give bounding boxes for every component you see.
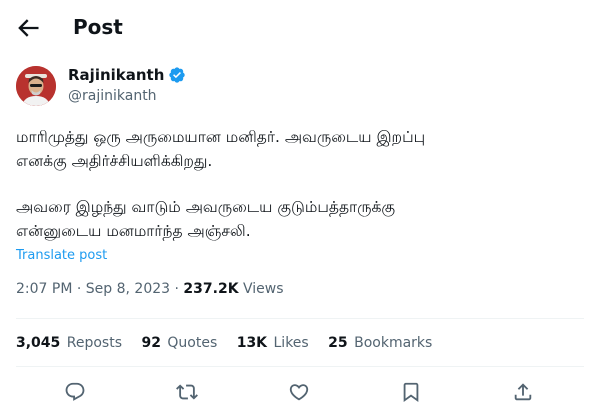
post-line: மாரிமுத்து ஒரு அருமையான மனிதர். அவருடைய …	[16, 128, 426, 146]
post-meta: 2:07 PM · Sep 8, 2023 · 237.2K Views	[16, 281, 284, 297]
verified-badge-icon	[168, 66, 186, 84]
author-block: Rajinikanth @rajinikanth	[16, 64, 576, 108]
engagement-stats: 3,045 Reposts 92 Quotes 13K Likes 25 Boo…	[16, 335, 447, 351]
post-line: அவரை இழந்து வாடும் அவருடைய குடும்பத்தாரு…	[16, 198, 396, 216]
post-time[interactable]: 2:07 PM	[16, 281, 72, 297]
back-button[interactable]	[14, 14, 42, 42]
divider	[16, 318, 584, 319]
post-date[interactable]: Sep 8, 2023	[86, 281, 170, 297]
quotes-stat[interactable]: 92 Quotes	[141, 335, 217, 351]
action-bar	[0, 377, 600, 403]
author-handle[interactable]: @rajinikanth	[68, 88, 157, 104]
reposts-label: Reposts	[66, 335, 122, 351]
likes-count: 13K	[236, 335, 268, 351]
avatar[interactable]	[16, 66, 56, 106]
name-row: Rajinikanth	[68, 66, 186, 84]
likes-stat[interactable]: 13K Likes	[237, 335, 309, 351]
page-title: Post	[73, 15, 123, 39]
bookmarks-count: 25	[328, 335, 348, 351]
reposts-count: 3,045	[16, 335, 61, 351]
arrow-left-icon	[18, 19, 39, 37]
views-count: 237.2K	[183, 281, 239, 297]
author-name[interactable]: Rajinikanth	[68, 66, 164, 84]
meta-separator: ·	[174, 281, 179, 297]
meta-separator: ·	[76, 281, 82, 297]
header: Post	[0, 0, 600, 56]
views-label: Views	[243, 281, 284, 297]
reposts-stat[interactable]: 3,045 Reposts	[16, 335, 122, 351]
post-line: என்னுடைய மனமார்ந்த அஞ்சலி.	[16, 222, 251, 240]
quotes-label: Quotes	[167, 335, 218, 351]
translate-post-link[interactable]: Translate post	[16, 248, 107, 263]
quotes-count: 92	[141, 335, 161, 351]
bookmarks-label: Bookmarks	[354, 335, 433, 351]
post-text: மாரிமுத்து ஒரு அருமையான மனிதர். அவருடைய …	[16, 125, 576, 243]
divider	[16, 366, 584, 367]
likes-label: Likes	[273, 335, 309, 351]
avatar-image	[16, 66, 56, 106]
post-line: எனக்கு அதிர்ச்சியளிக்கிறது.	[16, 152, 213, 170]
bookmarks-stat[interactable]: 25 Bookmarks	[328, 335, 432, 351]
